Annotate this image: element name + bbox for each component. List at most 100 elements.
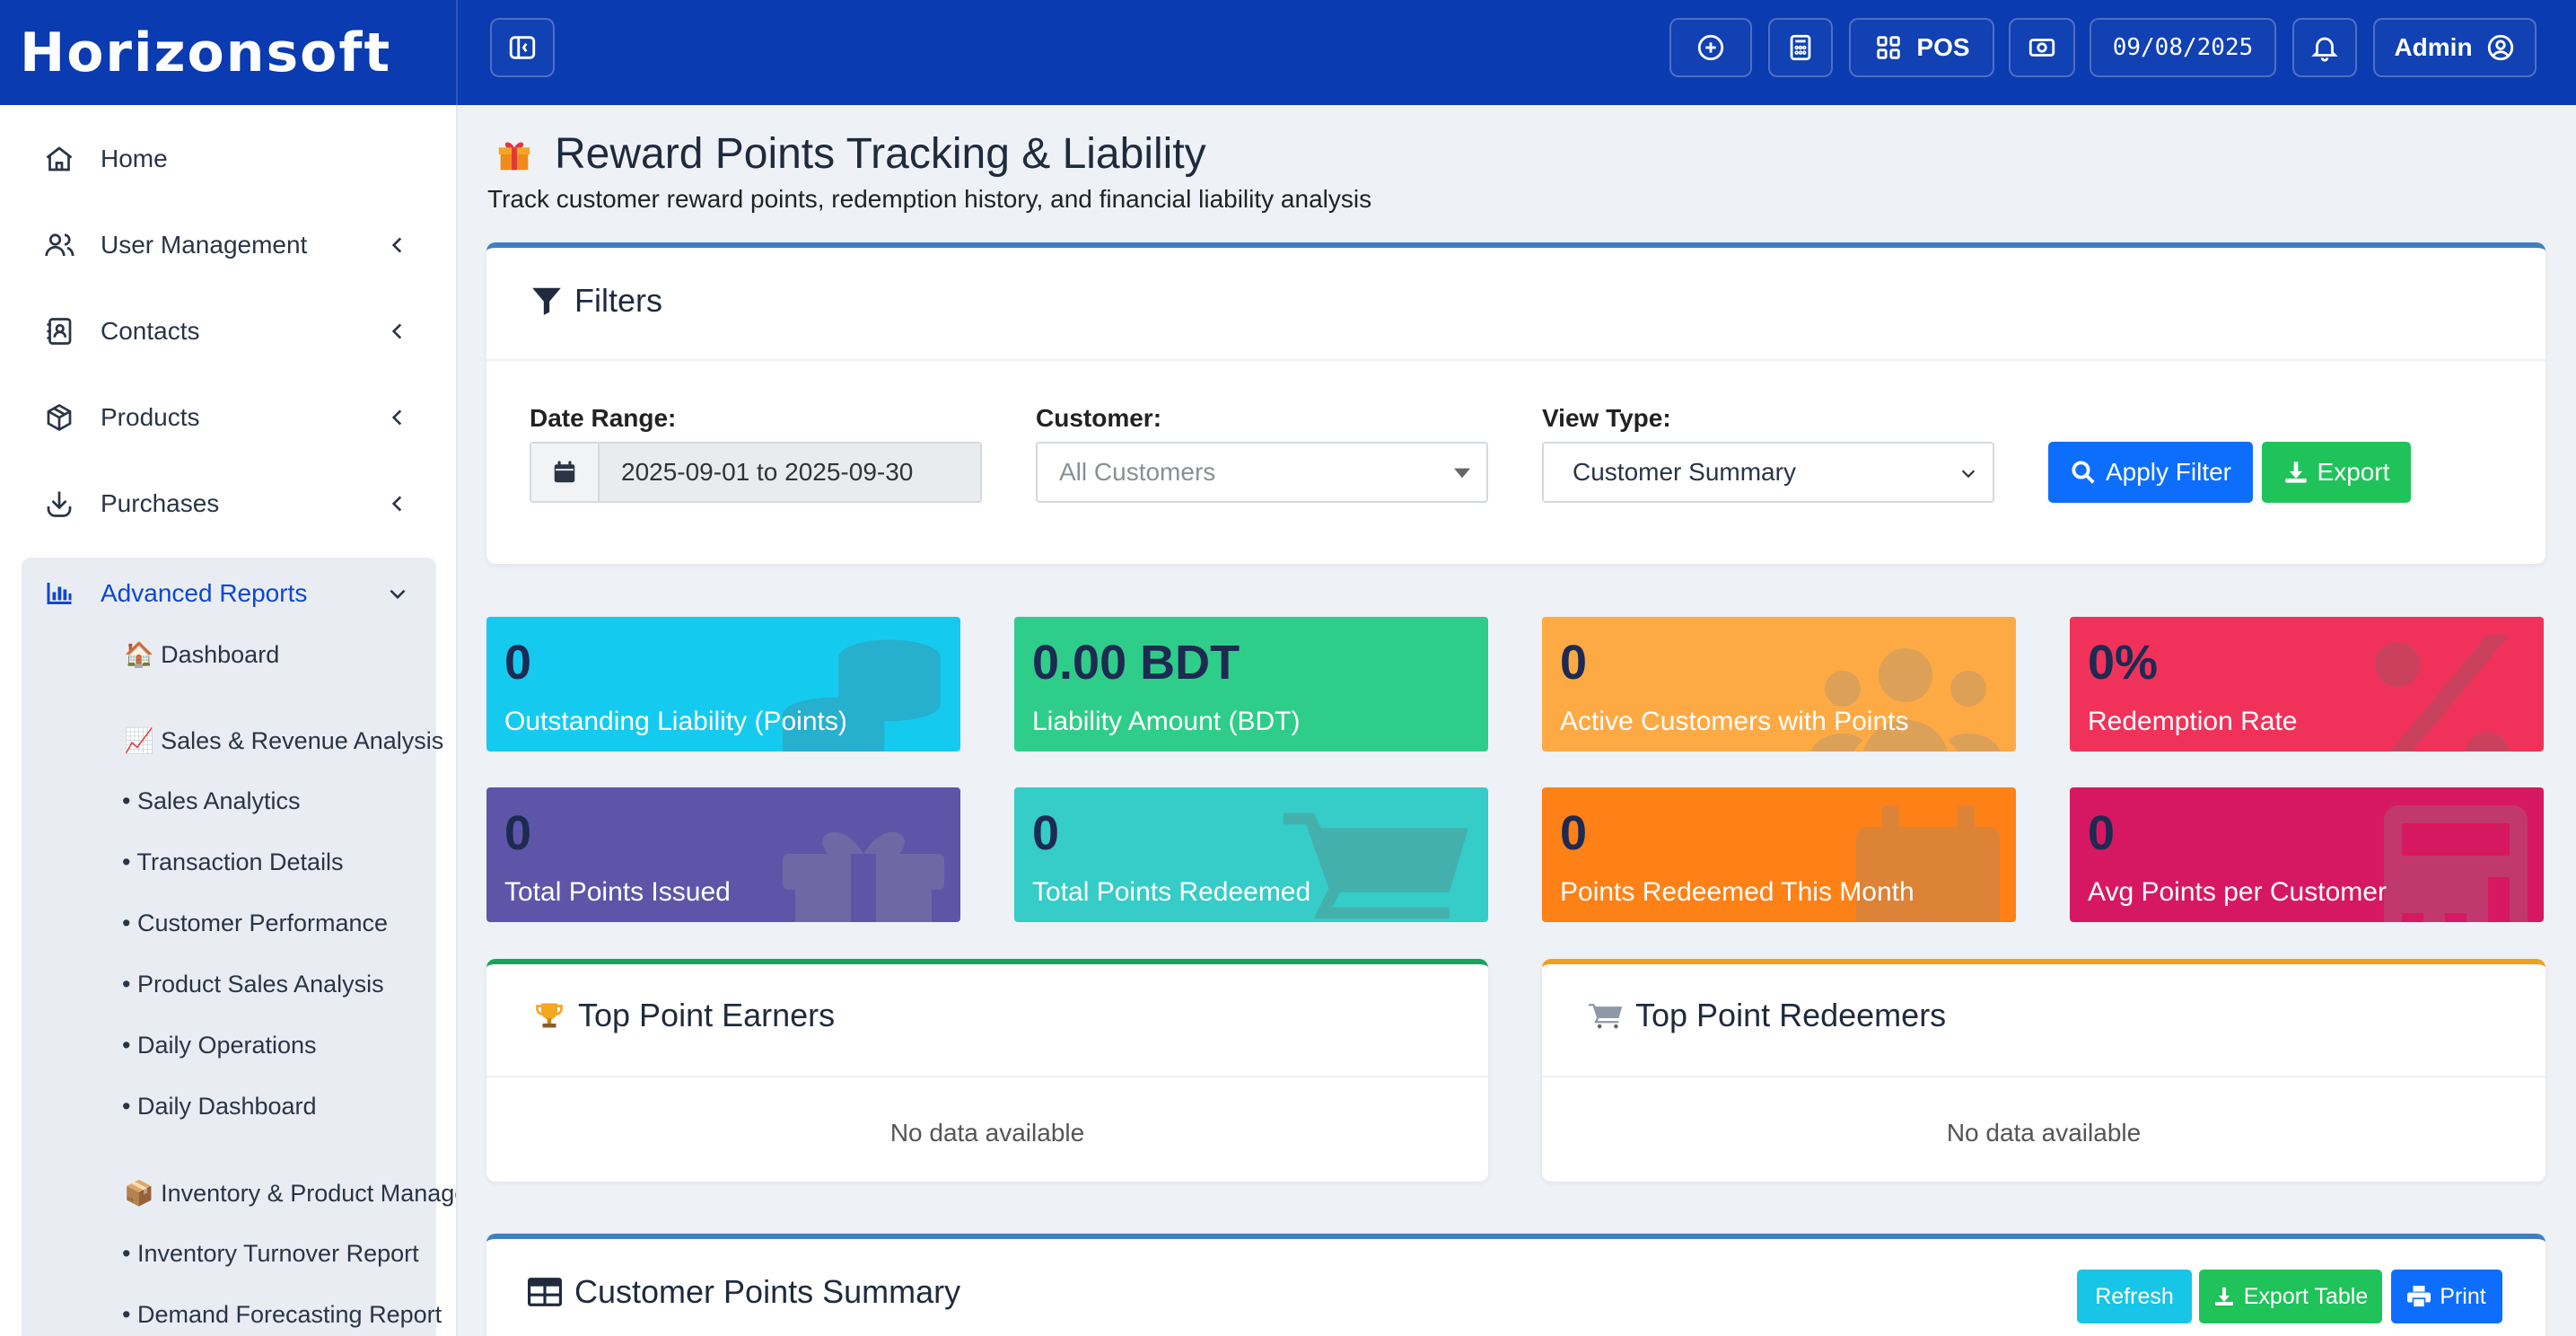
money-icon [2028, 39, 2055, 57]
cash-register-button[interactable] [2009, 18, 2075, 77]
sidebar-item-label: Advanced Reports [101, 579, 308, 607]
customer-select-placeholder: All Customers [1059, 458, 1216, 486]
calendar-icon [554, 461, 575, 483]
stat-card-total-points-issued: 0 Total Points Issued [486, 787, 960, 922]
filters-header: Filters [530, 282, 662, 320]
user-menu-button[interactable]: Admin [2373, 18, 2537, 77]
view-type-select[interactable]: Customer Summary [1542, 442, 1994, 503]
divider [486, 359, 2545, 361]
stat-value: 0 [2088, 806, 2116, 860]
shopping-cart-icon [1589, 1004, 1623, 1029]
empty-state-text: No data available [889, 1119, 1085, 1147]
grid-icon [1877, 36, 1901, 59]
bell-icon [2311, 37, 2338, 62]
customer-select[interactable]: All Customers [1036, 442, 1488, 503]
calculator-button[interactable] [1768, 18, 1833, 77]
sidebar-subitem-demand-forecasting-report[interactable]: • Demand Forecasting Report [122, 1301, 442, 1329]
stat-value: 0 [504, 806, 532, 860]
top-point-redeemers-header: Top Point Redeemers [1589, 997, 1946, 1034]
sidebar-item-label: Products [101, 403, 200, 431]
sidebar-item-advanced-reports[interactable]: Advanced Reports [22, 558, 436, 629]
sidebar-item-purchases[interactable]: Purchases [22, 468, 436, 540]
export-button[interactable]: Export [2262, 442, 2411, 503]
shopping-cart-icon [1284, 813, 1468, 919]
sidebar-item-products[interactable]: Products [22, 382, 436, 453]
stat-card-avg-points-per-customer: 0 Avg Points per Customer [2070, 787, 2544, 922]
stat-value: 0% [2088, 636, 2159, 690]
stat-label: Outstanding Liability (Points) [504, 707, 847, 736]
sidebar-item-user-management[interactable]: User Management [22, 209, 436, 281]
divider [1542, 1076, 2545, 1077]
page-subtitle: Track customer reward points, redemption… [487, 185, 1372, 213]
stat-value: 0 [1560, 806, 1588, 860]
stat-value: 0 [1560, 636, 1588, 690]
export-table-label: Export Table [2243, 1283, 2369, 1309]
filters-card: Filters Date Range: 2025-09-01 to 2025-0… [486, 242, 2545, 564]
sidebar-subitem-daily-operations[interactable]: • Daily Operations [122, 1032, 317, 1059]
print-button[interactable]: Print [2391, 1270, 2502, 1323]
stat-value: 0 [504, 636, 532, 690]
sidebar-toggle-button[interactable] [490, 18, 555, 77]
chevron-left-icon [391, 496, 402, 512]
stat-label: Avg Points per Customer [2088, 877, 2387, 907]
notifications-button[interactable] [2292, 18, 2357, 77]
top-point-earners-header: Top Point Earners [533, 997, 835, 1034]
calculator-icon [1790, 34, 1811, 61]
brand-logo[interactable]: Horizonsoft [0, 0, 458, 105]
stat-card-redemption-rate: 0% Redemption Rate [2070, 617, 2544, 752]
sidebar-group-advanced-reports: Advanced Reports 🏠 Dashboard 📈 Sales & R… [22, 558, 456, 1336]
sidebar-subitem-transaction-details[interactable]: • Transaction Details [122, 848, 344, 876]
export-table-button[interactable]: Export Table [2199, 1270, 2382, 1323]
sidebar-item-home[interactable]: Home [22, 123, 436, 195]
sidebar-subitem-sales-revenue-analysis[interactable]: 📈 Sales & Revenue Analysis [124, 726, 443, 755]
sidebar-toggle-icon [509, 36, 536, 59]
stat-card-points-redeemed-month: 0 Points Redeemed This Month [1542, 787, 2016, 922]
user-circle-icon [2487, 34, 2513, 61]
sidebar-item-contacts[interactable]: Contacts [22, 295, 436, 367]
table-icon [528, 1278, 562, 1306]
calculator-icon [2384, 805, 2528, 922]
customer-points-summary-header: Customer Points Summary [528, 1273, 960, 1311]
add-button[interactable] [1669, 18, 1752, 77]
chevron-left-icon [391, 409, 402, 426]
sidebar: Home User Management Contacts Products P… [0, 105, 458, 1336]
stat-value: 0.00 BDT [1032, 636, 1240, 690]
pos-button[interactable]: POS [1849, 18, 1994, 77]
sidebar-subitem-product-sales-analysis[interactable]: • Product Sales Analysis [122, 971, 384, 998]
sidebar-item-label: Contacts [101, 317, 200, 345]
date-range-label: Date Range: [530, 404, 677, 432]
users-icon [45, 233, 74, 257]
sidebar-item-label: User Management [101, 231, 308, 259]
view-type-value: Customer Summary [1573, 458, 1796, 486]
sidebar-subitem-customer-performance[interactable]: • Customer Performance [122, 910, 388, 937]
sidebar-subitem-daily-dashboard[interactable]: • Daily Dashboard [122, 1093, 317, 1121]
chevron-left-icon [391, 237, 402, 253]
view-type-label: View Type: [1542, 404, 1671, 432]
printer-icon [2407, 1286, 2431, 1307]
sidebar-subitem-dashboard[interactable]: 🏠 Dashboard [124, 640, 279, 669]
filters-title: Filters [574, 282, 662, 319]
current-date: 09/08/2025 [2112, 34, 2254, 61]
download-icon [2214, 1288, 2233, 1305]
sidebar-subitem-sales-analytics[interactable]: • Sales Analytics [122, 787, 301, 815]
sidebar-subitem-inventory-turnover-report[interactable]: • Inventory Turnover Report [122, 1240, 419, 1268]
customer-label: Customer: [1036, 404, 1162, 432]
apply-filter-button[interactable]: Apply Filter [2048, 442, 2253, 503]
sidebar-item-label: Purchases [101, 489, 220, 517]
stat-card-total-points-redeemed: 0 Total Points Redeemed [1014, 787, 1488, 922]
export-label: Export [2317, 458, 2390, 486]
top-point-redeemers-title: Top Point Redeemers [1635, 997, 1947, 1033]
gift-icon [783, 831, 944, 922]
date-range-input[interactable]: 2025-09-01 to 2025-09-30 [530, 442, 982, 503]
divider [486, 1076, 1488, 1077]
bar-chart-icon [47, 583, 72, 604]
empty-state-text: No data available [1946, 1119, 2142, 1147]
date-display[interactable]: 09/08/2025 [2090, 18, 2276, 77]
home-icon [46, 146, 73, 171]
refresh-button[interactable]: Refresh [2077, 1270, 2192, 1323]
stat-value: 0 [1032, 806, 1060, 860]
filter-icon [532, 287, 561, 315]
download-icon [2284, 461, 2307, 483]
stat-card-active-customers: 0 Active Customers with Points [1542, 617, 2016, 752]
sidebar-subitem-inventory-product-management[interactable]: 📦 Inventory & Product Management [124, 1179, 456, 1208]
